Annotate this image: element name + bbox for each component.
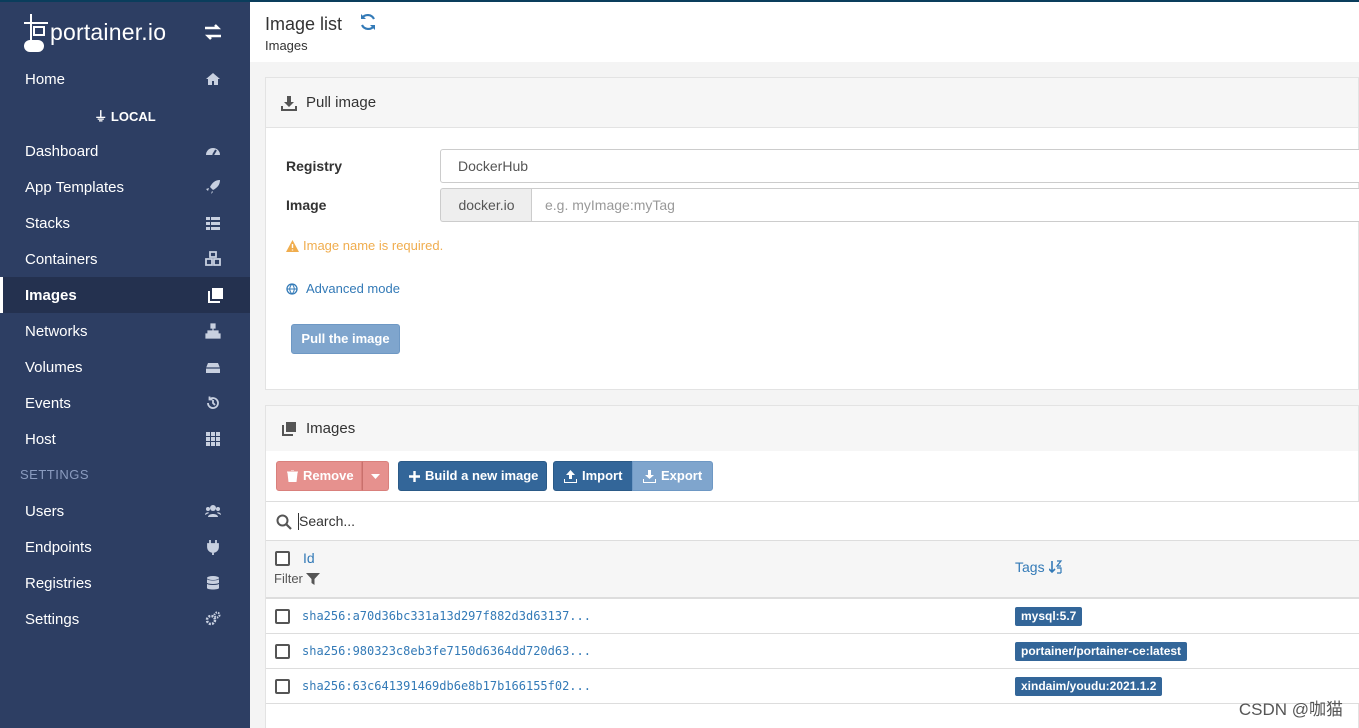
caret-down-icon [371,473,380,479]
users-icon [205,505,221,517]
clone-icon [208,288,223,303]
image-tag-badge: portainer/portainer-ce:latest [1015,642,1188,661]
sidebar-item-home[interactable]: Home [0,61,250,97]
sidebar-item-volumes[interactable]: Volumes [0,349,250,385]
image-row: Image docker.io e.g. myImage:myTag [286,188,1359,222]
table-header: Id Filter Tags [266,541,1359,599]
sidebar-item-stacks[interactable]: Stacks [0,205,250,241]
portainer-logo[interactable]: portainer.io [24,12,166,52]
row-checkbox[interactable] [275,644,290,659]
rocket-icon [206,180,220,194]
sidebar-item-endpoints[interactable]: Endpoints [0,529,250,565]
image-name-input[interactable]: e.g. myImage:myTag [531,188,1359,222]
page-title: Image list [265,14,343,34]
warning-icon [286,239,299,252]
sidebar-item-networks[interactable]: Networks [0,313,250,349]
remove-button[interactable]: Remove [276,461,362,491]
plug-icon [207,540,219,555]
th-list-icon [206,217,220,230]
sidebar-item-users[interactable]: Users [0,493,250,529]
table-row[interactable]: sha256:a70d36bc331a13d297f882d3d63137...… [266,599,1359,634]
plus-icon [409,470,420,482]
database-icon [206,576,220,590]
column-header-id[interactable]: Id [303,550,315,566]
trash-icon [287,470,298,482]
build-image-button[interactable]: Build a new image [398,461,547,491]
logo-text: portainer.io [50,18,167,45]
breadcrumb: Images [265,38,308,53]
export-button[interactable]: Export [632,461,713,491]
pull-image-heading: Pull image [266,78,1358,128]
row-checkbox[interactable] [275,679,290,694]
download-icon [281,95,297,111]
search-icon [276,514,292,530]
sidebar-item-containers[interactable]: Containers [0,241,250,277]
registry-row: Registry DockerHub [286,149,1359,183]
image-tag-badge: mysql:5.7 [1015,607,1083,626]
advanced-mode-link[interactable]: Advanced mode [286,281,400,296]
history-icon [207,396,219,409]
sitemap-icon [205,323,221,339]
search-input[interactable]: Search... [299,513,355,529]
pull-image-button[interactable]: Pull the image [291,324,400,354]
plug-icon: ⏚ [94,109,108,124]
watermark: CSDN @咖猫 [1238,700,1343,719]
import-button[interactable]: Import [553,461,633,491]
portainer-crane-icon [24,12,48,52]
download-icon [643,469,656,483]
clone-icon [282,421,296,436]
swap-arrows-icon[interactable] [203,24,223,40]
id-filter[interactable]: Filter [274,571,320,586]
refresh-icon[interactable] [358,12,378,32]
image-registry-prefix: docker.io [440,188,532,222]
settings-section-title: SETTINGS [20,467,90,482]
th-icon [206,432,220,446]
registry-label: Registry [286,158,343,174]
sidebar-item-dashboard[interactable]: Dashboard [0,133,250,169]
image-label: Image [286,197,327,213]
image-id-link[interactable]: sha256:980323c8eb3fe7150d6364dd720d63... [302,644,591,658]
sidebar-item-host[interactable]: Host [0,421,250,457]
select-all-checkbox[interactable] [275,551,290,566]
registry-select[interactable]: DockerHub [440,149,1359,183]
main-content: Image list Images Pull image Registry Do… [250,0,1359,728]
globe-icon [286,282,298,295]
sidebar-item-events[interactable]: Events [0,385,250,421]
hdd-icon [206,363,220,373]
sidebar-item-app-templates[interactable]: App Templates [0,169,250,205]
sidebar: portainer.io Home ⏚ LOCAL Dashboard App … [0,0,250,728]
page-header: Image list Images [250,0,1359,62]
remove-options-toggle[interactable] [362,461,389,491]
sidebar-item-images[interactable]: Images [0,277,250,313]
sort-icon [1048,560,1062,574]
sidebar-item-registries[interactable]: Registries [0,565,250,601]
row-checkbox[interactable] [275,609,290,624]
search-bar: Search... [266,501,1359,541]
home-icon [206,73,220,85]
images-heading: Images [266,406,1358,451]
cogs-icon [205,611,221,626]
cubes-icon [205,251,221,266]
image-id-link[interactable]: sha256:a70d36bc331a13d297f882d3d63137... [302,609,591,623]
image-id-link[interactable]: sha256:63c641391469db6e8b17b166155f02... [302,679,591,693]
table-row[interactable]: sha256:63c641391469db6e8b17b166155f02...… [266,669,1359,704]
image-tag-badge: xindaim/youdu:2021.1.2 [1015,677,1163,696]
filter-icon [305,572,320,585]
image-required-warning: Image name is required. [286,238,443,253]
tachometer-icon [206,148,220,156]
table-row[interactable]: sha256:980323c8eb3fe7150d6364dd720d63...… [266,634,1359,669]
pull-image-panel: Pull image Registry DockerHub Image dock… [265,77,1359,390]
upload-icon [564,469,577,483]
sidebar-item-settings[interactable]: Settings [0,601,250,637]
images-panel: Images Remove Build a new image Import E… [265,405,1359,728]
endpoint-local-label: ⏚ LOCAL [94,109,156,124]
column-header-tags[interactable]: Tags [1015,559,1063,575]
